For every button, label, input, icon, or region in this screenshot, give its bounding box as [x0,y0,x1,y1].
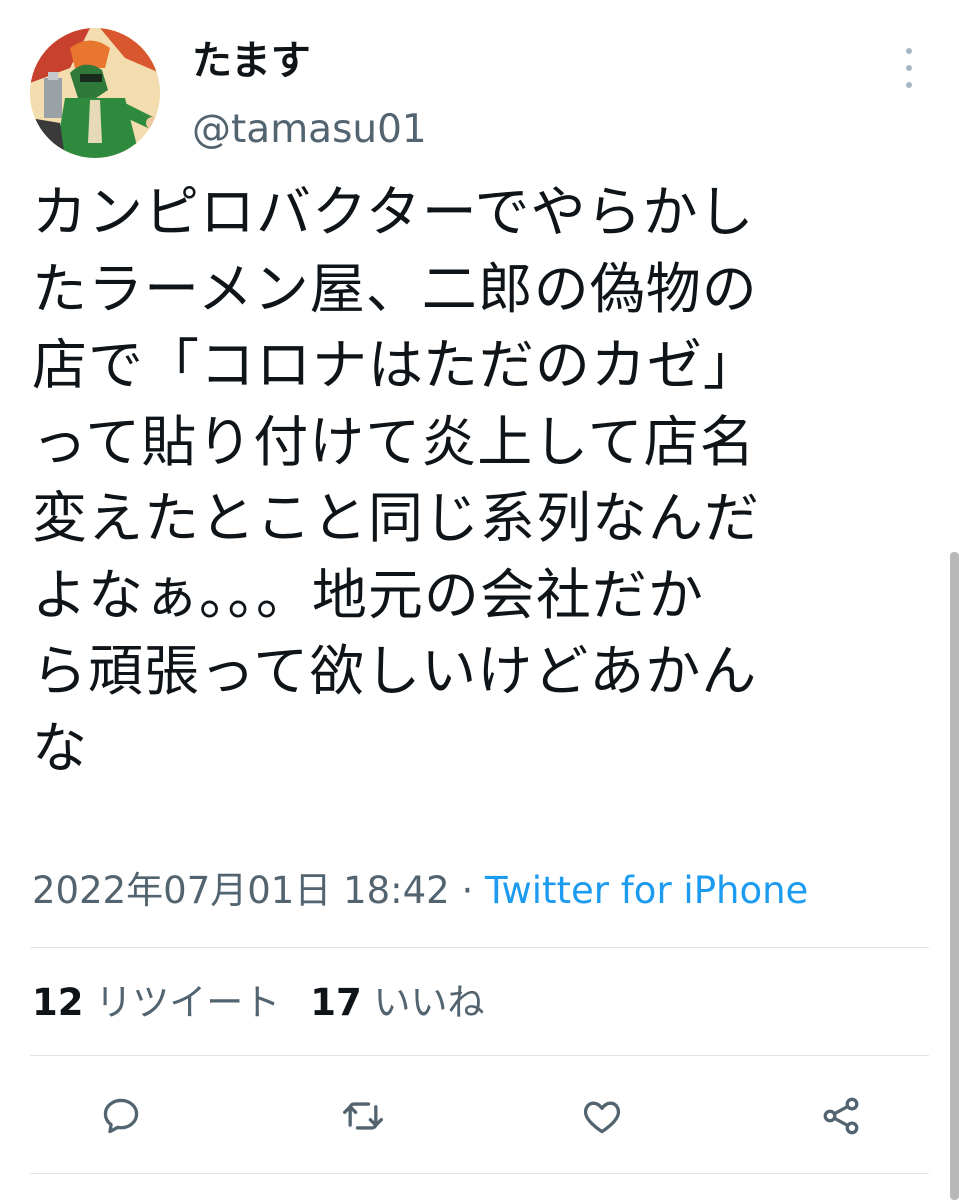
like-label: いいね [373,981,485,1024]
tweet-text: カンピロバクターでやらかし たラーメン屋、二郎の偽物の 店で「コロナはただのカゼ… [32,174,912,786]
tweet-text-line: な [32,715,89,780]
retweet-button[interactable] [339,1092,387,1140]
tweet-text-line: よなぁ。。。地元の会社だか [32,562,704,627]
tweet-meta: 2022年07月01日 18:42 · Twitter for iPhone [32,867,808,915]
avatar[interactable] [30,28,160,158]
scrollbar[interactable] [950,552,959,1200]
tweet-text-line: たラーメン屋、二郎の偽物の [32,256,758,321]
tweet-text-line: ら頑張って欲しいけどあかん [32,639,758,703]
tweet-text-line: 店で「コロナはただのカゼ」 [32,333,759,397]
share-icon [823,1097,859,1135]
tweet-stats: 12 リツイート 17 いいね [32,978,485,1028]
like-stat[interactable]: 17 いいね [310,981,484,1024]
tweet-text-line: 変えたとこと同じ系列なんだ [32,486,761,550]
retweet-icon [343,1102,383,1130]
divider [30,1173,929,1174]
like-button[interactable] [578,1092,626,1140]
timestamp[interactable]: 2022年07月01日 18:42 [32,869,450,912]
tweet-text-line: カンピロバクターでやらかし [32,180,755,244]
author-display-name[interactable]: たます [192,36,311,86]
source-link[interactable]: Twitter for iPhone [485,869,808,912]
like-icon [583,1101,621,1134]
retweet-count: 12 [32,981,84,1024]
divider [30,1055,929,1056]
meta-separator: · [461,869,474,912]
more-vertical-icon[interactable] [897,48,921,88]
author-handle[interactable]: @tamasu01 [192,106,427,154]
reply-button[interactable] [97,1092,145,1140]
divider [30,947,929,948]
retweet-label: リツイート [95,981,281,1024]
like-count: 17 [310,981,362,1024]
reply-icon [103,1098,139,1134]
tweet-text-line: って貼り付けて炎上して店名 [32,409,756,474]
share-button[interactable] [817,1092,865,1140]
retweet-stat[interactable]: 12 リツイート [32,981,280,1024]
